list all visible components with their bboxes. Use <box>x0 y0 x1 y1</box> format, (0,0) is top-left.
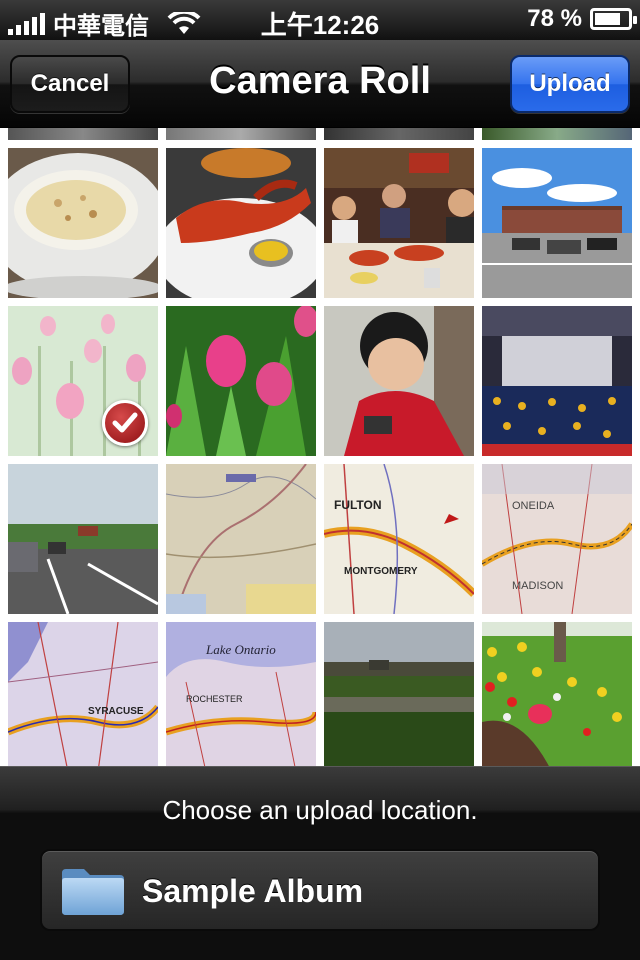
svg-text:Lake Ontario: Lake Ontario <box>205 642 276 657</box>
album-name: Sample Album <box>142 873 364 909</box>
navigation-bar: Cancel Camera Roll Upload <box>0 40 640 128</box>
svg-text:FULTON: FULTON <box>334 498 382 512</box>
photo-thumbnail[interactable] <box>324 128 474 140</box>
photo-campus-building[interactable] <box>482 148 632 298</box>
photo-flower-garden[interactable] <box>482 622 632 766</box>
photo-map-oneida[interactable]: ONEIDA MADISON <box>482 464 632 614</box>
battery-percent: 78 % <box>527 5 582 32</box>
photo-thumbnail[interactable] <box>8 128 158 140</box>
svg-text:ROCHESTER: ROCHESTER <box>186 694 243 704</box>
photo-parking-lot[interactable] <box>8 464 158 614</box>
photo-map-lake-ontario[interactable]: Lake Ontario ROCHESTER <box>166 622 316 766</box>
photo-field[interactable] <box>324 622 474 766</box>
upload-location-panel: Choose an upload location. Sample Album <box>0 766 640 960</box>
svg-text:MONTGOMERY: MONTGOMERY <box>344 566 418 577</box>
upload-location-prompt: Choose an upload location. <box>162 795 478 825</box>
battery-icon <box>590 8 637 30</box>
photo-thumbnail[interactable] <box>166 128 316 140</box>
status-bar: 中華電信 上午12:26 78 % <box>0 0 640 40</box>
photo-graduation-ceremony[interactable] <box>482 306 632 456</box>
photo-map-syracuse[interactable]: SYRACUSE <box>8 622 158 766</box>
photo-map[interactable] <box>166 464 316 614</box>
photo-family-dinner[interactable] <box>324 148 474 298</box>
selected-checkmark-icon <box>102 400 148 446</box>
photo-thumbnail[interactable] <box>482 128 632 140</box>
photo-grid[interactable]: FULTON MONTGOMERY ONEIDA MADISON SYRACUS… <box>0 128 640 766</box>
svg-text:ONEIDA: ONEIDA <box>512 500 555 512</box>
album-select-button[interactable]: Sample Album <box>40 849 600 931</box>
upload-button[interactable]: Upload <box>510 55 630 113</box>
photo-pink-tulips[interactable] <box>8 306 158 456</box>
svg-text:MADISON: MADISON <box>512 580 563 592</box>
photo-tulips-closeup[interactable] <box>166 306 316 456</box>
photo-lobster[interactable] <box>166 148 316 298</box>
folder-icon <box>62 869 124 915</box>
svg-text:SYRACUSE: SYRACUSE <box>88 706 144 717</box>
photo-map-fulton[interactable]: FULTON MONTGOMERY <box>324 464 474 614</box>
photo-boy-with-phone[interactable] <box>324 306 474 456</box>
photo-clam-chowder[interactable] <box>8 148 158 298</box>
